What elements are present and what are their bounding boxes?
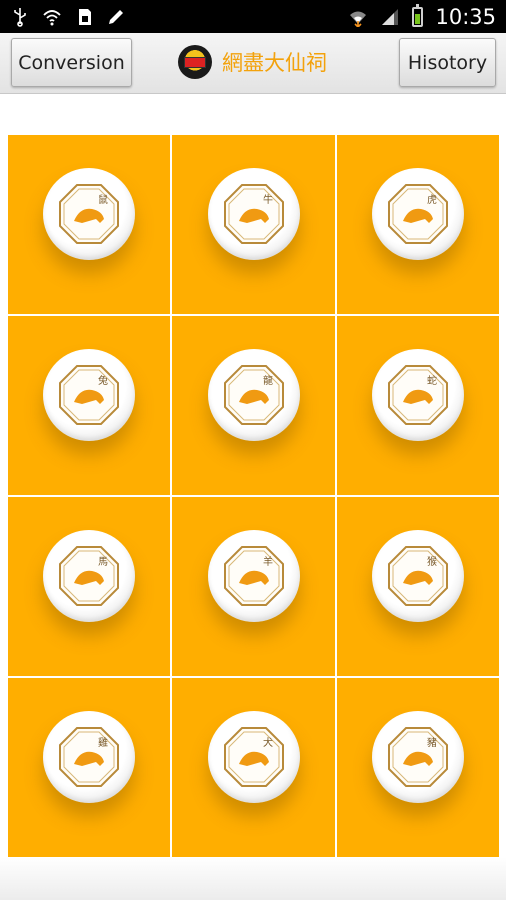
zodiac-label: 兔 bbox=[98, 374, 108, 387]
bottom-strip bbox=[0, 857, 506, 900]
zodiac-label: 猴 bbox=[427, 555, 437, 568]
tiger-icon: 虎 bbox=[387, 183, 449, 245]
status-right-icons: 10:35 bbox=[348, 3, 496, 29]
zodiac-tile[interactable]: 蛇 bbox=[337, 316, 499, 495]
rooster-icon: 雞 bbox=[58, 726, 120, 788]
monkey-icon: 猴 bbox=[387, 545, 449, 607]
app-title-area: 網盡大仙祠 bbox=[178, 44, 327, 80]
zodiac-label: 蛇 bbox=[427, 374, 437, 387]
zodiac-plate[interactable]: 羊 bbox=[207, 529, 300, 622]
goat-icon: 羊 bbox=[223, 545, 285, 607]
zodiac-plate[interactable]: 牛 bbox=[207, 167, 300, 260]
cell-signal-icon bbox=[380, 7, 400, 27]
zodiac-tile[interactable]: 龍 bbox=[172, 316, 335, 495]
zodiac-plate[interactable]: 兔 bbox=[43, 348, 135, 441]
pig-icon: 豬 bbox=[387, 726, 449, 788]
zodiac-plate[interactable]: 蛇 bbox=[372, 348, 464, 441]
zodiac-plate[interactable]: 虎 bbox=[372, 167, 464, 260]
rabbit-icon: 兔 bbox=[58, 364, 120, 426]
history-button[interactable]: Hisotory bbox=[399, 38, 496, 87]
action-bar: Conversion 網盡大仙祠 Hisotory bbox=[0, 33, 506, 94]
wifi-signal-icon bbox=[348, 7, 368, 28]
snake-icon: 蛇 bbox=[387, 364, 449, 426]
sd-card-icon bbox=[74, 7, 94, 27]
zodiac-plate[interactable]: 馬 bbox=[43, 529, 135, 622]
zodiac-plate[interactable]: 豬 bbox=[372, 710, 464, 803]
zodiac-tile[interactable]: 羊 bbox=[172, 497, 335, 676]
status-left-icons bbox=[10, 7, 126, 27]
zodiac-plate[interactable]: 猴 bbox=[372, 529, 464, 622]
zodiac-label: 虎 bbox=[427, 194, 437, 206]
conversion-button[interactable]: Conversion bbox=[11, 38, 132, 87]
pencil-icon bbox=[106, 7, 126, 27]
status-bar: 10:35 bbox=[0, 0, 506, 33]
zodiac-tile[interactable]: 猴 bbox=[337, 497, 499, 676]
zodiac-label: 鼠 bbox=[98, 193, 108, 206]
zodiac-plate[interactable]: 雞 bbox=[43, 710, 135, 803]
app-title: 網盡大仙祠 bbox=[222, 51, 327, 75]
zodiac-tile[interactable]: 雞 bbox=[8, 678, 170, 857]
zodiac-grid: 鼠 牛 虎兔 龍 蛇馬 羊 猴雞 犬 豬 bbox=[8, 135, 499, 857]
wifi-icon bbox=[42, 7, 62, 27]
zodiac-tile[interactable]: 虎 bbox=[337, 135, 499, 314]
dog-icon: 犬 bbox=[223, 726, 285, 788]
temple-logo-icon bbox=[178, 45, 212, 79]
horse-icon: 馬 bbox=[58, 545, 120, 607]
dragon-icon: 龍 bbox=[223, 364, 285, 426]
zodiac-label: 羊 bbox=[263, 555, 273, 568]
battery-icon bbox=[412, 3, 424, 27]
zodiac-tile[interactable]: 鼠 bbox=[8, 135, 170, 314]
zodiac-label: 犬 bbox=[263, 736, 273, 749]
zodiac-label: 龍 bbox=[263, 374, 273, 387]
zodiac-tile[interactable]: 牛 bbox=[172, 135, 335, 314]
zodiac-plate[interactable]: 龍 bbox=[207, 348, 300, 441]
usb-icon bbox=[10, 7, 30, 27]
zodiac-label: 雞 bbox=[98, 736, 108, 749]
zodiac-plate[interactable]: 犬 bbox=[207, 710, 300, 803]
ox-icon: 牛 bbox=[223, 183, 285, 245]
zodiac-tile[interactable]: 犬 bbox=[172, 678, 335, 857]
zodiac-tile[interactable]: 兔 bbox=[8, 316, 170, 495]
clock: 10:35 bbox=[435, 4, 496, 29]
rat-icon: 鼠 bbox=[58, 183, 120, 245]
zodiac-label: 牛 bbox=[263, 193, 273, 206]
zodiac-plate[interactable]: 鼠 bbox=[43, 167, 135, 260]
zodiac-label: 馬 bbox=[98, 556, 108, 568]
zodiac-tile[interactable]: 馬 bbox=[8, 497, 170, 676]
zodiac-tile[interactable]: 豬 bbox=[337, 678, 499, 857]
zodiac-label: 豬 bbox=[427, 736, 437, 749]
